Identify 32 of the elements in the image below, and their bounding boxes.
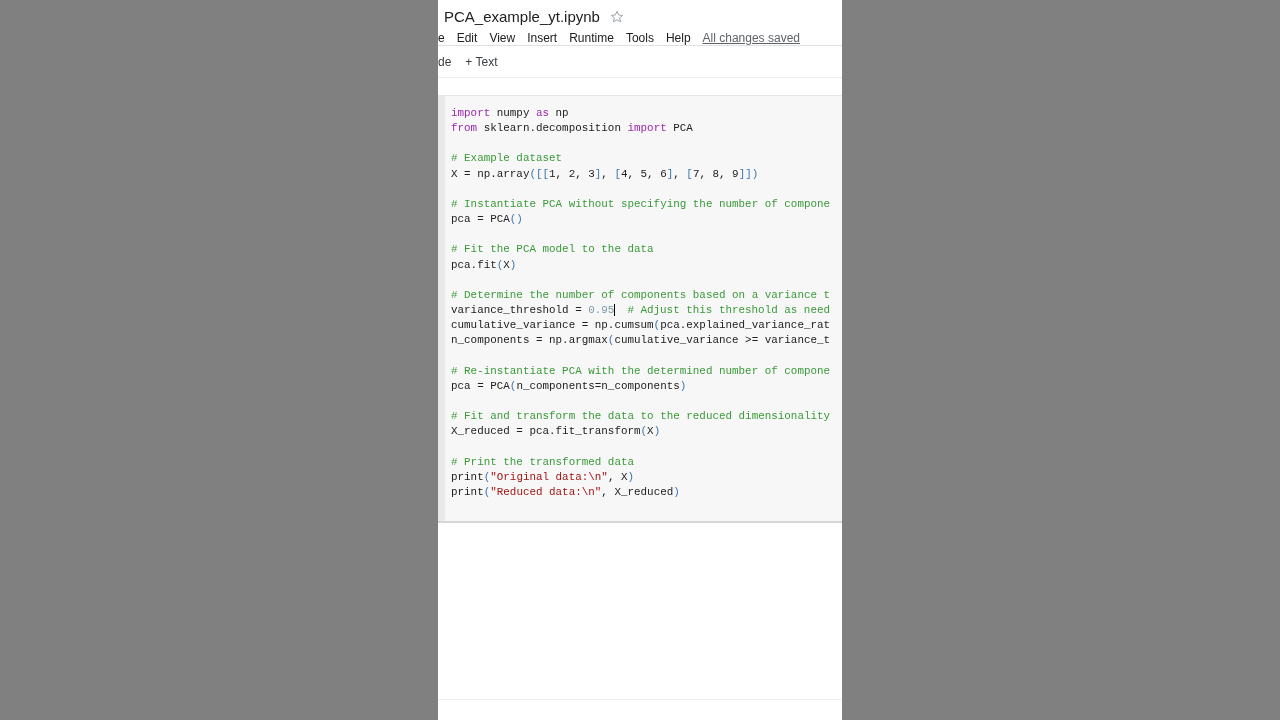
- code-line: pca.fit(X): [451, 257, 518, 273]
- code-line: # Print the transformed data: [451, 454, 635, 470]
- menu-item[interactable]: Edit: [456, 31, 478, 45]
- toolbar-button[interactable]: + Text: [465, 54, 498, 69]
- menu-item[interactable]: Insert: [527, 31, 558, 45]
- code-line: variance_threshold = 0.95 # Adjust this threshold as need: [451, 303, 831, 319]
- toolbar-button[interactable]: de: [438, 54, 452, 69]
- code-line: n_components = np.argmax(cumulative_variance >= variance_t: [451, 333, 831, 349]
- code-line: # Determine the number of components based on a variance t: [451, 287, 831, 303]
- code-line: cumulative_variance = np.cumsum(pca.explained_variance_rat: [451, 318, 831, 334]
- code-line: pca = PCA(n_components=n_components): [451, 378, 688, 394]
- code-line: # Example dataset: [451, 151, 564, 167]
- star-icon[interactable]: [609, 9, 624, 24]
- code-line: # Fit the PCA model to the data: [451, 242, 655, 258]
- code-line: # Fit and transform the data to the reduced dimensionality: [451, 409, 831, 425]
- code-line: # Re-instantiate PCA with the determined number of compone: [451, 363, 831, 379]
- save-status-link[interactable]: All changes saved: [702, 31, 800, 45]
- code-line: print("Original data:\n", X): [451, 469, 636, 485]
- code-line: import numpy as np: [451, 106, 570, 121]
- menu-item[interactable]: e: [438, 31, 445, 45]
- code-line: X_reduced = pca.fit_transform(X): [451, 424, 662, 440]
- menu-item[interactable]: View: [489, 31, 516, 45]
- menu-item[interactable]: Tools: [625, 31, 654, 45]
- code-line: pca = PCA(): [451, 212, 524, 228]
- code-line: # Instantiate PCA without specifying the number of compone: [451, 196, 831, 212]
- code-line: from sklearn.decomposition import PCA: [451, 121, 694, 137]
- menu-item[interactable]: Runtime: [569, 31, 614, 45]
- code-cell[interactable]: [438, 95, 842, 523]
- notebook-title[interactable]: PCA_example_yt.ipynb: [444, 8, 600, 25]
- menu-item[interactable]: Help: [665, 31, 691, 45]
- code-line: X = np.array([[1, 2, 3], [4, 5, 6], [7, 8, 9]]): [451, 166, 760, 182]
- code-line: print("Reduced data:\n", X_reduced): [451, 484, 681, 500]
